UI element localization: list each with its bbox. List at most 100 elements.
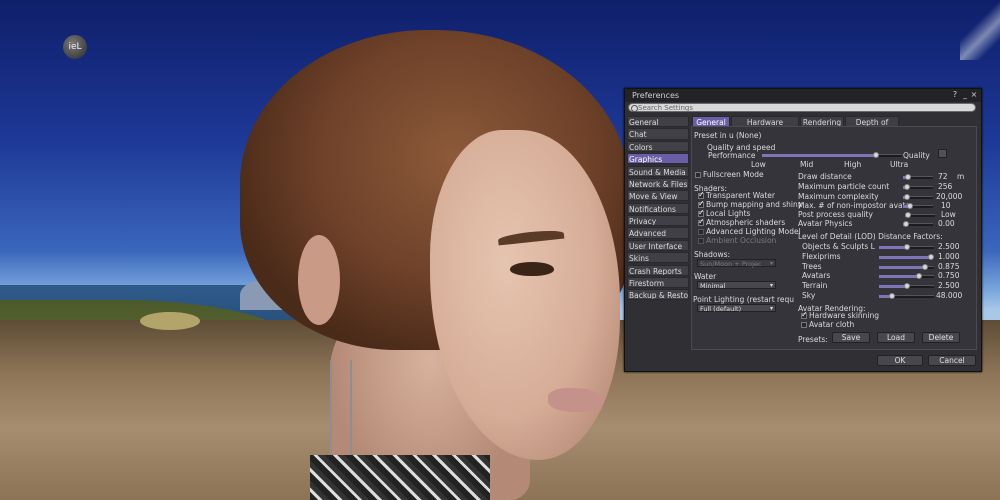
sidebar-item-skins[interactable]: Skins xyxy=(627,252,689,264)
help-icon[interactable]: ? xyxy=(951,90,959,99)
sidebar-item-crash-reports[interactable]: Crash Reports xyxy=(627,264,689,276)
lod-trees-slider[interactable] xyxy=(879,264,934,270)
slider-knob[interactable] xyxy=(928,254,934,260)
point-lighting-dropdown[interactable]: Full (default) ▾ xyxy=(697,304,776,313)
lod-flexiprims-label: Flexiprims xyxy=(802,252,841,261)
lod-avatars-label: Avatars xyxy=(802,271,831,280)
chevron-down-icon: ▾ xyxy=(769,260,773,267)
tick-ultra: Ultra xyxy=(890,160,909,169)
post-process-value: Low xyxy=(941,210,956,219)
lod-trees-value: 0.875 xyxy=(938,262,960,271)
advanced-lighting-checkbox[interactable] xyxy=(698,229,704,235)
avatar-cloth-checkbox[interactable] xyxy=(801,322,807,328)
sidebar-item-colors[interactable]: Colors xyxy=(627,140,689,152)
sidebar-item-notifications[interactable]: Notifications xyxy=(627,202,689,214)
local-lights-label: Local Lights xyxy=(706,209,751,218)
sidebar-item-sound-media[interactable]: Sound & Media xyxy=(627,165,689,177)
draw-distance-value: 72 xyxy=(938,172,948,181)
hardware-skinning-label: Hardware skinning xyxy=(809,311,880,320)
avatar-cloth-label: Avatar cloth xyxy=(809,320,855,329)
atmospheric-shaders-checkbox[interactable] xyxy=(698,217,705,226)
search-settings-input[interactable]: Search Settings xyxy=(628,103,976,112)
minimize-icon[interactable]: _ xyxy=(961,90,969,99)
close-icon[interactable]: × xyxy=(970,90,978,99)
max-complexity-label: Maximum complexity xyxy=(798,192,879,201)
search-placeholder: Search Settings xyxy=(638,104,693,112)
shadows-dropdown[interactable]: Sun/Moon + Projec ▾ xyxy=(697,259,776,268)
reset-icon[interactable] xyxy=(938,149,947,158)
post-process-slider[interactable] xyxy=(905,212,935,218)
avatar-physics-label: Avatar Physics xyxy=(798,219,853,228)
post-process-label: Post process quality xyxy=(798,210,873,219)
slider-knob[interactable] xyxy=(905,212,911,218)
sidebar-item-move-view[interactable]: Move & View xyxy=(627,190,689,202)
slider-knob[interactable] xyxy=(903,184,910,190)
slider-knob[interactable] xyxy=(888,293,895,299)
point-lighting-label: Point Lighting (restart requ xyxy=(693,295,795,304)
sidebar-item-backup-restore[interactable]: Backup & Resto xyxy=(627,289,689,301)
particle-count-slider[interactable] xyxy=(903,184,933,190)
lod-objects-slider[interactable] xyxy=(879,244,934,250)
load-preset-button[interactable]: Load xyxy=(877,332,915,343)
non-impostor-slider[interactable] xyxy=(903,203,933,209)
lod-sky-slider[interactable] xyxy=(879,293,934,299)
max-complexity-value: 20,000 xyxy=(936,192,963,201)
category-sidebar: General Chat Colors Graphics Sound & Med… xyxy=(627,116,689,302)
slider-knob[interactable] xyxy=(904,174,911,180)
chevron-down-icon: ▾ xyxy=(769,282,773,289)
max-complexity-slider[interactable] xyxy=(903,194,933,200)
atmospheric-shaders-label: Atmospheric shaders xyxy=(706,218,786,227)
sidebar-item-general[interactable]: General xyxy=(627,116,689,128)
slider-fill xyxy=(879,285,907,288)
ambient-occlusion-checkbox[interactable] xyxy=(698,238,704,244)
lod-avatars-slider[interactable] xyxy=(879,273,934,279)
sidebar-item-advanced[interactable]: Advanced xyxy=(627,227,689,239)
save-preset-button[interactable]: Save xyxy=(832,332,870,343)
particle-count-label: Maximum particle count xyxy=(798,182,890,191)
slider-knob[interactable] xyxy=(915,273,922,279)
sidebar-item-privacy[interactable]: Privacy xyxy=(627,215,689,227)
lod-label: Level of Detail (LOD) Distance Factors: xyxy=(798,232,943,241)
water-dropdown[interactable]: Minimal ▾ xyxy=(697,281,776,290)
slider-knob[interactable] xyxy=(903,194,910,200)
slider-knob[interactable] xyxy=(903,221,909,227)
avatar-ear xyxy=(298,235,340,325)
avatar-physics-slider[interactable] xyxy=(903,221,933,227)
corner-decoration xyxy=(960,0,1000,60)
title-bar[interactable]: Preferences ? _ × xyxy=(625,89,981,102)
lod-avatars-value: 0.750 xyxy=(938,271,960,280)
lod-objects-label: Objects & Sculpts L xyxy=(802,242,875,251)
sidebar-item-firestorm[interactable]: Firestorm xyxy=(627,276,689,289)
slider-knob[interactable] xyxy=(903,244,910,250)
lod-flexiprims-slider[interactable] xyxy=(879,254,934,260)
fullscreen-checkbox[interactable] xyxy=(695,172,701,178)
draw-distance-unit: m xyxy=(957,172,965,181)
search-icon xyxy=(631,105,638,112)
lod-terrain-slider[interactable] xyxy=(879,283,934,289)
non-impostor-label: Max. # of non-impostor avata xyxy=(798,201,911,210)
presets-label: Presets: xyxy=(798,335,828,344)
quality-slider[interactable] xyxy=(762,152,902,158)
sidebar-item-user-interface[interactable]: User Interface xyxy=(627,239,689,251)
point-lighting-value: Full (default) xyxy=(700,305,742,313)
ok-button[interactable]: OK xyxy=(877,355,923,366)
avatar-physics-value: 0.00 xyxy=(938,219,955,228)
slider-fill xyxy=(879,246,907,249)
sidebar-item-network-files[interactable]: Network & Files xyxy=(627,177,689,190)
slider-knob[interactable] xyxy=(906,203,913,209)
slider-knob[interactable] xyxy=(903,283,910,289)
slider-knob[interactable] xyxy=(921,264,928,270)
cancel-button[interactable]: Cancel xyxy=(928,355,976,366)
delete-preset-button[interactable]: Delete xyxy=(922,332,960,343)
hud-badge[interactable]: ieL xyxy=(63,35,87,59)
avatar-lips xyxy=(548,388,604,412)
shadows-label: Shadows: xyxy=(694,250,731,259)
draw-distance-slider[interactable] xyxy=(903,174,933,180)
fullscreen-label: Fullscreen Mode xyxy=(703,170,764,179)
avatar-collar xyxy=(310,455,490,500)
tick-high: High xyxy=(844,160,862,169)
sidebar-item-graphics[interactable]: Graphics xyxy=(627,153,689,165)
sidebar-item-chat[interactable]: Chat xyxy=(627,128,689,140)
hardware-skinning-checkbox[interactable] xyxy=(801,310,808,319)
water-value: Minimal xyxy=(700,282,726,290)
